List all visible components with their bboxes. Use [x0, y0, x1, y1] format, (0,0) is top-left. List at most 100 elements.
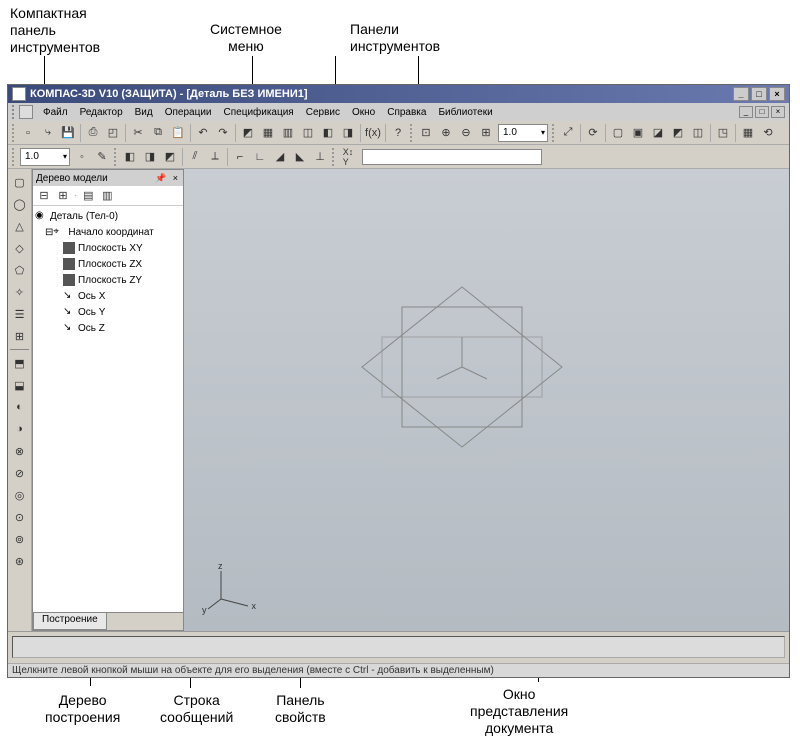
- tree-close-icon[interactable]: ×: [173, 173, 180, 183]
- tree-root-item[interactable]: ◉ Деталь (Тел-0): [35, 208, 181, 224]
- toolbox-button[interactable]: ⬒: [10, 353, 30, 373]
- maximize-button[interactable]: □: [751, 87, 767, 101]
- toolbox-button[interactable]: ✧: [10, 282, 30, 302]
- display-edges-button[interactable]: ◩: [668, 123, 688, 143]
- tree-plane-item[interactable]: Плоскость ZX: [35, 256, 181, 272]
- tree-tool-button[interactable]: ⊟: [36, 188, 52, 204]
- properties-panel-inner[interactable]: [12, 636, 785, 658]
- toolbox-button[interactable]: ▢: [10, 172, 30, 192]
- toolbox-button[interactable]: ◯: [10, 194, 30, 214]
- tree-axis-item[interactable]: ↘ Ось Y: [35, 304, 181, 320]
- tree-axis-item[interactable]: ↘ Ось Z: [35, 320, 181, 336]
- tool-button[interactable]: ⫽: [185, 147, 205, 167]
- menu-view[interactable]: Вид: [129, 107, 159, 118]
- menu-service[interactable]: Сервис: [300, 107, 346, 118]
- toolbox-button[interactable]: ⬠: [10, 260, 30, 280]
- rotate-button[interactable]: ⟳: [583, 123, 603, 143]
- grip-icon[interactable]: [332, 148, 336, 166]
- grip-icon[interactable]: [12, 105, 16, 119]
- toolbox-button[interactable]: ⊗: [10, 441, 30, 461]
- toolbox-button[interactable]: ⊚: [10, 529, 30, 549]
- tree-axis-item[interactable]: ↘ Ось X: [35, 288, 181, 304]
- mdi-minimize-button[interactable]: _: [739, 106, 753, 118]
- toolbox-button[interactable]: △: [10, 216, 30, 236]
- tree-tool-button[interactable]: ▤: [80, 188, 96, 204]
- save-button[interactable]: 💾: [58, 123, 78, 143]
- toolbox-button[interactable]: ⊛: [10, 551, 30, 571]
- help-button[interactable]: ?: [388, 123, 408, 143]
- grip-icon[interactable]: [552, 124, 556, 142]
- zoom-window-button[interactable]: ⊞: [476, 123, 496, 143]
- zoom-combo[interactable]: 1.0: [498, 124, 548, 142]
- tool-button[interactable]: ▥: [278, 123, 298, 143]
- grip-icon[interactable]: [12, 148, 16, 166]
- copy-button[interactable]: ⧉: [148, 123, 168, 143]
- toolbox-button[interactable]: ◐: [10, 397, 30, 417]
- toolbox-button[interactable]: ⊞: [10, 326, 30, 346]
- menu-libraries[interactable]: Библиотеки: [432, 107, 498, 118]
- toolbox-button[interactable]: ⬓: [10, 375, 30, 395]
- display-hidden-button[interactable]: ▣: [628, 123, 648, 143]
- tree-tab-build[interactable]: Построение: [33, 613, 107, 630]
- toolbox-button[interactable]: ⊘: [10, 463, 30, 483]
- tree-pin-icon[interactable]: 📌: [155, 173, 168, 183]
- tool-button[interactable]: ◨: [338, 123, 358, 143]
- preview-button[interactable]: ◰: [103, 123, 123, 143]
- xy-button[interactable]: X↕Y: [338, 147, 358, 167]
- redo-button[interactable]: ↷: [213, 123, 233, 143]
- model-canvas[interactable]: z x y: [184, 169, 789, 631]
- tool-button[interactable]: ◨: [140, 147, 160, 167]
- tool-button[interactable]: ⌐: [230, 147, 250, 167]
- tree-tool-button[interactable]: ▥: [99, 188, 115, 204]
- menu-operations[interactable]: Операции: [159, 107, 218, 118]
- scale-combo[interactable]: 1.0: [20, 148, 70, 166]
- tree-plane-item[interactable]: Плоскость XY: [35, 240, 181, 256]
- undo-button[interactable]: ↶: [193, 123, 213, 143]
- menu-help[interactable]: Справка: [381, 107, 432, 118]
- open-button[interactable]: ⤷: [38, 123, 58, 143]
- display-shaded-button[interactable]: ◪: [648, 123, 668, 143]
- tool-button[interactable]: ⟂: [205, 147, 225, 167]
- tool-button[interactable]: ◣: [290, 147, 310, 167]
- toolbox-button[interactable]: ◇: [10, 238, 30, 258]
- menu-window[interactable]: Окно: [346, 107, 381, 118]
- display-wireframe-button[interactable]: ▢: [608, 123, 628, 143]
- zoom-out-button[interactable]: ⊖: [456, 123, 476, 143]
- tool-button[interactable]: ◧: [318, 123, 338, 143]
- zoom-fit-button[interactable]: ⊡: [416, 123, 436, 143]
- grip-icon[interactable]: [114, 148, 118, 166]
- tree-origin-item[interactable]: ⊟ ⌖ Начало координат: [35, 224, 181, 240]
- iso-button[interactable]: ◳: [713, 123, 733, 143]
- new-doc-button[interactable]: ▫: [18, 123, 38, 143]
- toolbox-button[interactable]: ⊙: [10, 507, 30, 527]
- tool-button[interactable]: ◩: [160, 147, 180, 167]
- minimize-button[interactable]: _: [733, 87, 749, 101]
- refresh-button[interactable]: ⟲: [758, 123, 778, 143]
- toolbox-button[interactable]: ☰: [10, 304, 30, 324]
- menu-file[interactable]: Файл: [37, 107, 74, 118]
- grip-icon[interactable]: [12, 124, 16, 142]
- close-button[interactable]: ×: [769, 87, 785, 101]
- menu-specification[interactable]: Спецификация: [218, 107, 300, 118]
- toolbox-button[interactable]: ◎: [10, 485, 30, 505]
- menu-editor[interactable]: Редактор: [74, 107, 129, 118]
- tool-button[interactable]: ◫: [298, 123, 318, 143]
- display-perspective-button[interactable]: ◫: [688, 123, 708, 143]
- grip-icon[interactable]: [410, 124, 414, 142]
- tree-plane-item[interactable]: Плоскость ZY: [35, 272, 181, 288]
- tool-button[interactable]: ◩: [238, 123, 258, 143]
- tool-button[interactable]: ✎: [92, 147, 112, 167]
- variables-button[interactable]: f(x): [363, 123, 383, 143]
- tool-button[interactable]: ⊥: [310, 147, 330, 167]
- toolbox-button[interactable]: ◑: [10, 419, 30, 439]
- mdi-close-button[interactable]: ×: [771, 106, 785, 118]
- mdi-restore-button[interactable]: □: [755, 106, 769, 118]
- zoom-in-button[interactable]: ⊕: [436, 123, 456, 143]
- coord-input[interactable]: [362, 149, 542, 165]
- tool-button[interactable]: ◧: [120, 147, 140, 167]
- tool-button[interactable]: ◢: [270, 147, 290, 167]
- print-button[interactable]: ⎙: [83, 123, 103, 143]
- orient-button[interactable]: ⤢: [558, 123, 578, 143]
- tool-button[interactable]: ∟: [250, 147, 270, 167]
- tree-tool-button[interactable]: ⊞: [55, 188, 71, 204]
